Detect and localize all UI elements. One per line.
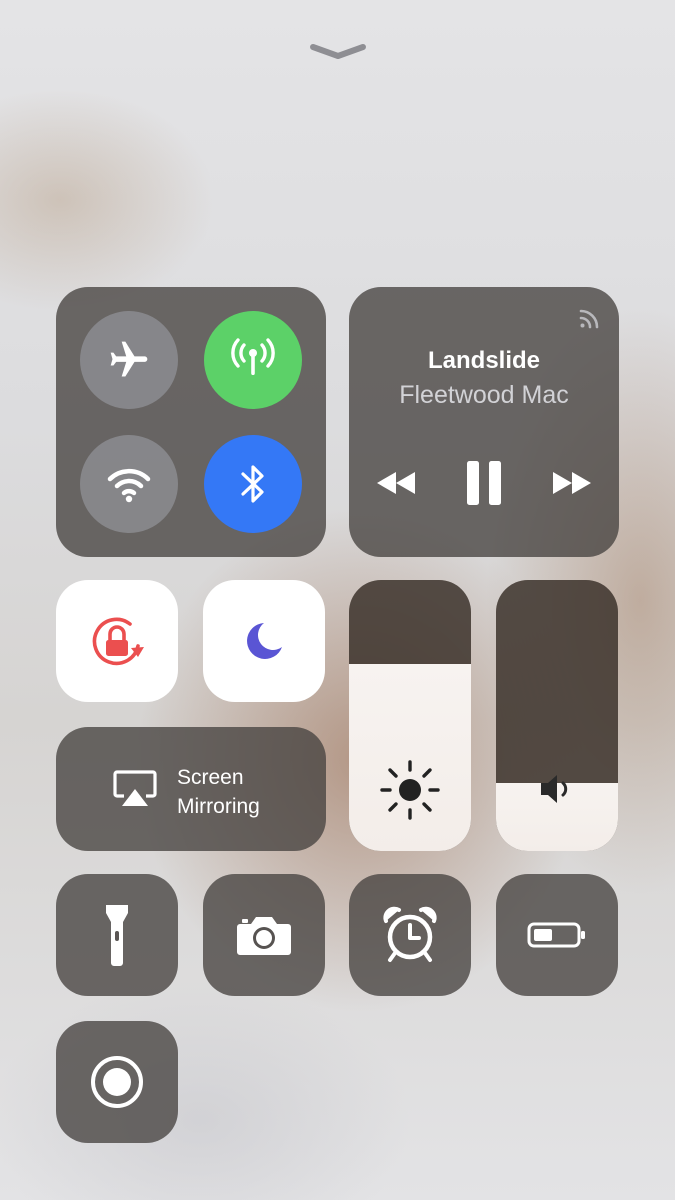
alarm-button[interactable] xyxy=(349,874,471,996)
brightness-slider[interactable] xyxy=(349,580,471,851)
cellular-data-toggle[interactable] xyxy=(204,311,302,409)
chevron-down-icon xyxy=(310,44,366,59)
low-power-mode-button[interactable] xyxy=(496,874,618,996)
rotation-lock-icon xyxy=(92,617,144,666)
track-title: Landslide xyxy=(427,347,541,374)
sun-icon xyxy=(380,760,440,820)
now-playing-module[interactable]: Landslide Fleetwood Mac xyxy=(349,287,619,557)
sun-icon-wrap xyxy=(349,755,471,825)
bluetooth-icon xyxy=(241,465,264,503)
rotation-lock-toggle[interactable] xyxy=(56,580,178,702)
dismiss-chevron[interactable] xyxy=(302,36,374,66)
battery-icon xyxy=(527,922,585,948)
camera-icon xyxy=(237,917,291,955)
record-icon xyxy=(91,1056,143,1108)
connectivity-module xyxy=(56,287,326,557)
wifi-icon xyxy=(107,468,151,503)
flashlight-button[interactable] xyxy=(56,874,178,996)
camera-button[interactable] xyxy=(203,874,325,996)
alarm-clock-icon xyxy=(383,906,437,962)
screen-mirroring-label-line2: Mirroring xyxy=(177,795,260,818)
screen-mirroring-button[interactable]: Screen Mirroring xyxy=(56,727,326,851)
airplane-icon xyxy=(110,341,148,377)
screen-mirroring-icon xyxy=(113,770,157,806)
fast-forward-button[interactable] xyxy=(547,461,597,505)
pause-icon xyxy=(467,461,501,505)
speaker-icon xyxy=(541,775,568,803)
airplay-audio-button[interactable] xyxy=(577,303,605,331)
rewind-icon xyxy=(377,472,415,494)
airplay-audio-icon xyxy=(579,309,599,329)
flashlight-icon xyxy=(106,905,128,966)
do-not-disturb-toggle[interactable] xyxy=(203,580,325,702)
screen-mirroring-label: Screen Mirroring xyxy=(177,763,260,821)
pause-button[interactable] xyxy=(459,457,509,509)
airplane-mode-toggle[interactable] xyxy=(80,311,178,409)
screen-mirroring-icon-wrap xyxy=(112,769,158,809)
fast-forward-icon xyxy=(553,472,591,494)
screen-mirroring-label-line1: Screen xyxy=(177,766,244,789)
antenna-icon xyxy=(231,338,275,375)
track-artist: Fleetwood Mac xyxy=(399,381,569,409)
speaker-icon-wrap xyxy=(496,769,618,809)
rewind-button[interactable] xyxy=(371,461,421,505)
bluetooth-toggle[interactable] xyxy=(204,435,302,533)
wifi-toggle[interactable] xyxy=(80,435,178,533)
volume-slider[interactable] xyxy=(496,580,618,851)
screen-recording-button[interactable] xyxy=(56,1021,178,1143)
moon-icon xyxy=(247,623,282,659)
